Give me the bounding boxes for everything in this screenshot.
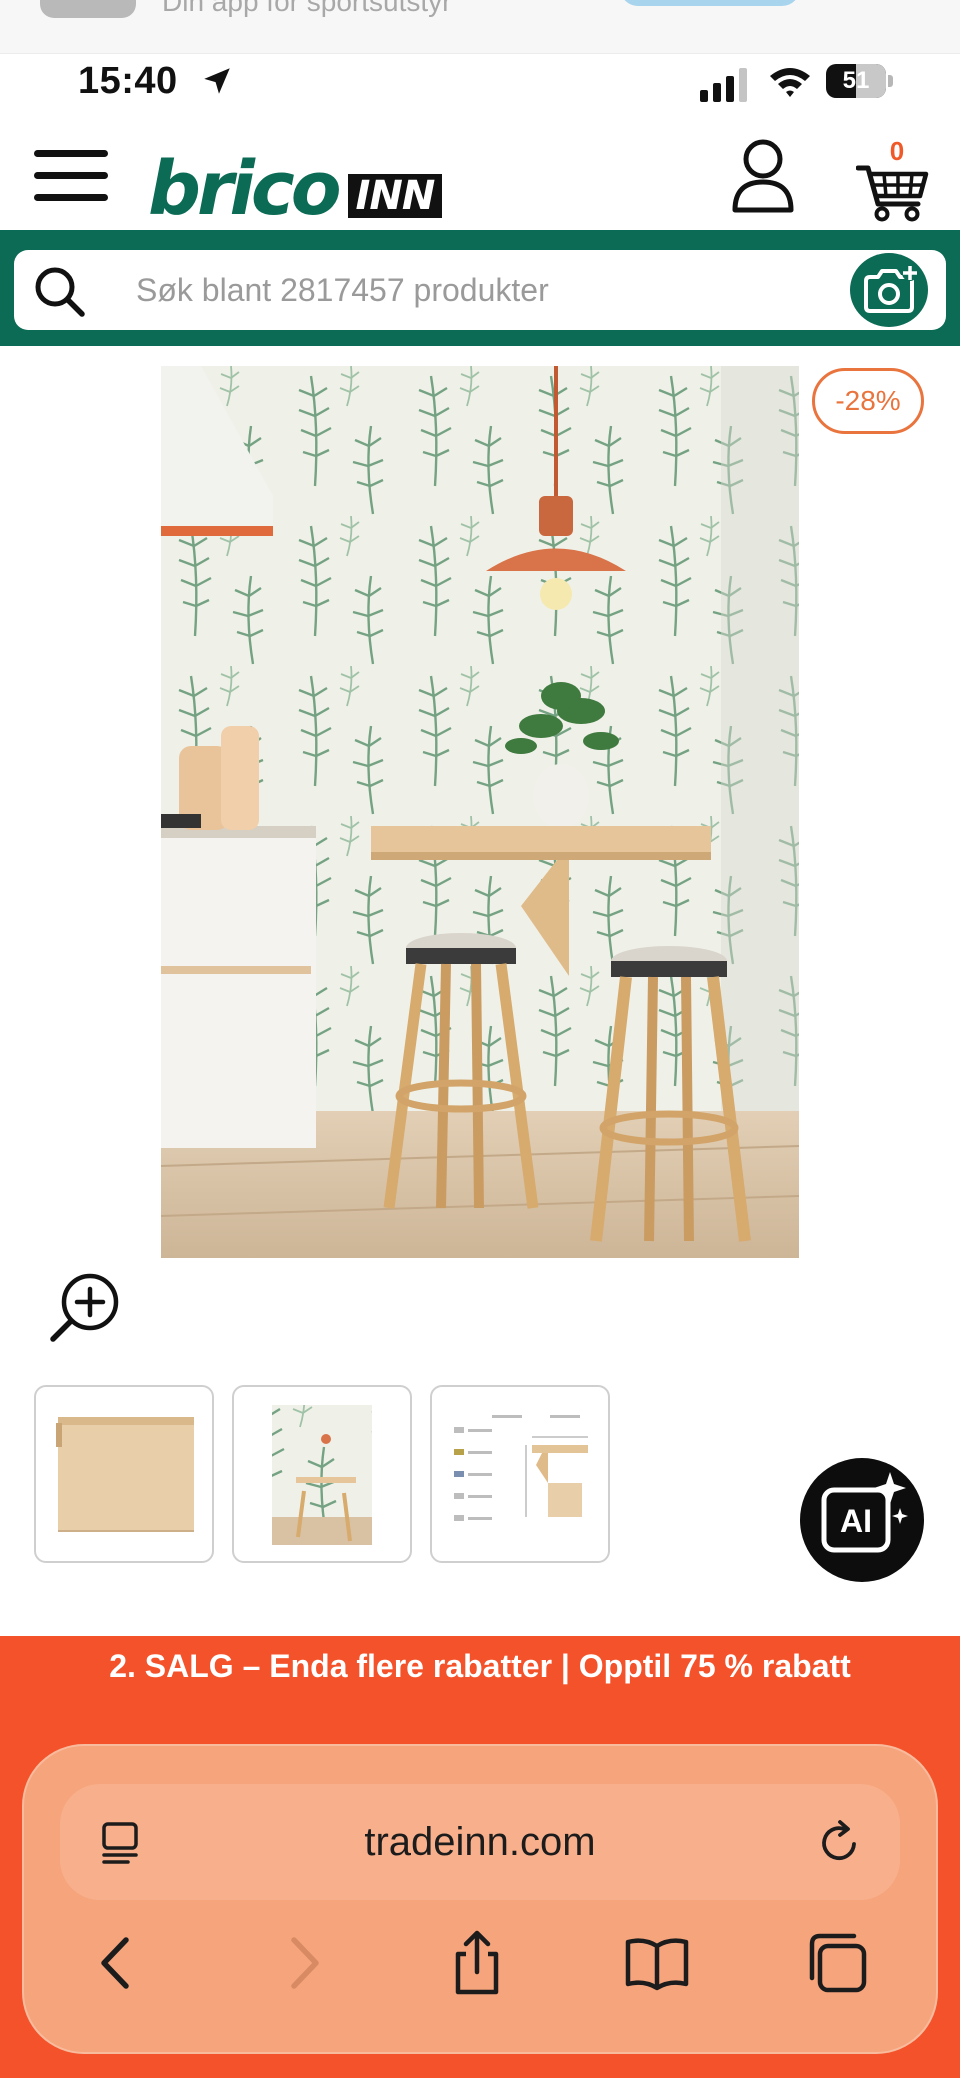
cart-button[interactable]: 0 xyxy=(855,136,930,222)
ai-assistant-button[interactable]: AI xyxy=(800,1458,924,1582)
menu-button[interactable] xyxy=(34,148,108,204)
cellular-signal-icon xyxy=(700,68,747,102)
page-menu-icon[interactable] xyxy=(98,1820,144,1866)
share-icon[interactable] xyxy=(442,1928,512,1998)
thumbnail-room-scene[interactable] xyxy=(232,1385,412,1563)
camera-plus-icon xyxy=(864,265,918,313)
search-box xyxy=(14,250,946,330)
bricoinn-logo[interactable]: brico INN xyxy=(148,136,443,232)
search-icon[interactable] xyxy=(30,262,90,322)
browser-toolbar: tradeinn.com xyxy=(22,1744,938,2054)
menu-bar-icon xyxy=(34,150,108,157)
status-bar: 15:40 51 xyxy=(0,54,960,126)
browser-nav-row xyxy=(22,1928,938,2008)
ai-label: AI xyxy=(840,1503,872,1539)
search-input[interactable] xyxy=(136,250,836,330)
discount-badge: -28% xyxy=(812,368,924,434)
app-icon xyxy=(40,0,136,18)
thumbnail-dimensions-diagram[interactable] xyxy=(430,1385,610,1563)
wifi-icon xyxy=(770,68,810,97)
thumbnail-table-product[interactable] xyxy=(34,1385,214,1563)
notification-banner[interactable]: Din app for sportsutstyr xyxy=(0,0,960,54)
bookmarks-icon[interactable] xyxy=(622,1928,692,1998)
camera-search-button[interactable] xyxy=(850,253,928,327)
site-header: brico INN 0 xyxy=(0,126,960,230)
thumbnail-image xyxy=(454,1415,588,1521)
menu-bar-icon xyxy=(34,172,108,179)
reload-icon[interactable] xyxy=(818,1818,864,1866)
logo-suffix: INN xyxy=(347,174,443,218)
search-bar xyxy=(0,230,960,346)
menu-bar-icon xyxy=(34,194,108,201)
product-main-image[interactable] xyxy=(161,366,799,1258)
cart-count-badge: 0 xyxy=(889,136,905,166)
battery-body: 51 xyxy=(826,64,886,98)
url-text: tradeinn.com xyxy=(364,1820,596,1864)
logo-main: brico xyxy=(148,146,342,232)
battery-level: 51 xyxy=(842,67,870,94)
back-arrow-icon[interactable] xyxy=(82,1928,152,1998)
notification-text: Din app for sportsutstyr xyxy=(162,0,452,17)
thumbnail-image xyxy=(272,1405,372,1545)
location-arrow-icon xyxy=(204,68,230,94)
address-bar[interactable]: tradeinn.com xyxy=(60,1784,900,1900)
status-time: 15:40 xyxy=(78,60,178,102)
user-account-icon[interactable] xyxy=(732,138,794,214)
battery-indicator: 51 xyxy=(826,64,893,100)
ai-sparkle-icon: AI xyxy=(821,1472,908,1553)
tabs-icon[interactable] xyxy=(802,1928,872,1998)
product-photo xyxy=(161,366,799,1258)
promo-text: 2. SALG – Enda flere rabatter | Opptil 7… xyxy=(109,1648,851,1684)
zoom-in-icon[interactable] xyxy=(48,1270,122,1344)
thumbnail-image xyxy=(56,1417,194,1532)
forward-arrow-icon[interactable] xyxy=(268,1928,338,1998)
notification-button[interactable] xyxy=(620,0,800,6)
